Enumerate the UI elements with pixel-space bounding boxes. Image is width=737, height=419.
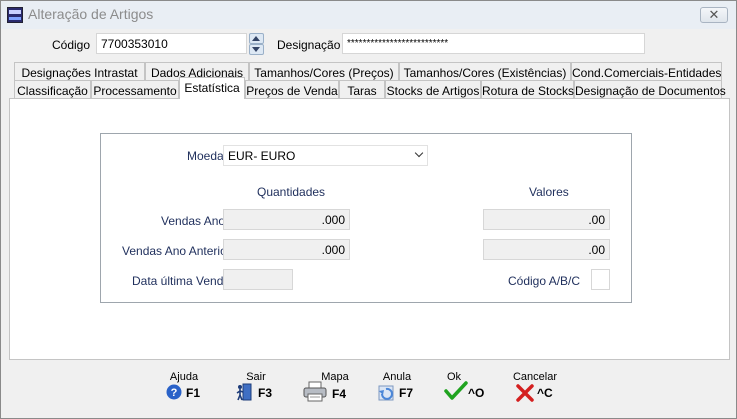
moeda-value: EUR- EURO [228, 149, 296, 163]
tab-designacoes-intrastat[interactable]: Designações Intrastat [14, 62, 145, 81]
tab-rotura-de-stocks[interactable]: Rotura de Stocks [481, 80, 574, 99]
checkmark-icon [444, 381, 468, 400]
codigo-abc-label: Código A/B/C [508, 274, 581, 288]
moeda-select[interactable]: EUR- EURO [223, 145, 428, 166]
arrow-down-icon [252, 47, 260, 52]
tab-designacao-de-documentos[interactable]: Designação de Documentos [574, 80, 726, 99]
cancelar-key: ^C [537, 386, 553, 400]
svg-text:?: ? [171, 387, 178, 399]
anula-label: Anula [382, 371, 412, 383]
cross-icon [516, 384, 534, 402]
sair-key: F3 [258, 386, 273, 400]
sair-button[interactable]: Sair F3 [234, 371, 278, 407]
data-ultima-venda-label: Data última Venda [132, 274, 231, 288]
tab-tamanhos-cores-precos[interactable]: Tamanhos/Cores (Preços) [249, 62, 399, 81]
vendas-ano-valor-field[interactable]: .00 [483, 209, 610, 230]
estatistica-panel: Moeda EUR- EURO Quantidades Valores Vend… [9, 98, 730, 360]
designacao-label: Designação [277, 38, 341, 52]
app-logo-icon [7, 7, 23, 23]
vendas-ano-quantidade-field[interactable]: .000 [223, 209, 350, 230]
ajuda-key: F1 [186, 386, 201, 400]
vendas-ano-anterior-quantidade-field[interactable]: .000 [223, 239, 350, 260]
exit-door-icon [236, 383, 252, 401]
ajuda-label: Ajuda [169, 371, 199, 383]
help-icon: ? [166, 384, 182, 400]
codigo-input[interactable]: 7700353010 [96, 33, 247, 54]
codigo-spin-down-button[interactable] [249, 44, 264, 55]
anula-key: F7 [399, 386, 414, 400]
mapa-key: F4 [332, 387, 347, 401]
data-ultima-venda-field[interactable] [223, 269, 293, 290]
tab-processamento[interactable]: Processamento [91, 80, 179, 99]
undo-icon [378, 385, 394, 401]
vendas-ano-anterior-valor-field[interactable]: .00 [483, 239, 610, 260]
designacao-input[interactable]: ************************** [342, 33, 645, 54]
statistics-groupbox: Moeda EUR- EURO Quantidades Valores Vend… [100, 133, 632, 303]
vendas-ano-label: Vendas Ano [161, 214, 226, 228]
sair-label: Sair [246, 371, 266, 383]
ok-button[interactable]: Ok ^O [444, 371, 490, 407]
mapa-button[interactable]: Mapa F4 [303, 371, 351, 407]
moeda-label: Moeda [187, 149, 224, 163]
tab-tamanhos-cores-existencias[interactable]: Tamanhos/Cores (Existências) [399, 62, 571, 81]
window-title: Alteração de Artigos [28, 6, 154, 22]
valores-header: Valores [529, 185, 569, 199]
printer-icon [303, 381, 327, 402]
ok-key: ^O [468, 386, 485, 400]
quantidades-header: Quantidades [257, 185, 326, 199]
codigo-abc-field[interactable] [591, 269, 610, 290]
tab-taras[interactable]: Taras [339, 80, 385, 99]
codigo-label: Código [52, 38, 91, 52]
arrow-up-icon [252, 36, 260, 41]
cancelar-button[interactable]: Cancelar ^C [512, 371, 558, 407]
vendas-ano-anterior-label: Vendas Ano Anterior [122, 244, 231, 258]
app-window: Alteração de Artigos ✕ Código 7700353010… [0, 0, 737, 419]
codigo-spin-up-button[interactable] [249, 33, 264, 44]
close-button[interactable]: ✕ [700, 7, 728, 23]
tab-estatistica[interactable]: Estatística [179, 77, 245, 99]
tab-classificacao[interactable]: Classificação [14, 80, 91, 99]
title-bar: Alteração de Artigos ✕ [1, 1, 736, 29]
cancelar-label: Cancelar [512, 371, 558, 383]
ajuda-button[interactable]: Ajuda ? F1 [163, 371, 205, 407]
tab-cond-comerciais-entidades[interactable]: Cond.Comerciais-Entidades [571, 62, 722, 81]
chevron-down-icon [414, 148, 424, 158]
tab-precos-de-venda[interactable]: Preços de Venda [245, 80, 339, 99]
tab-stocks-de-artigos[interactable]: Stocks de Artigos [385, 80, 481, 99]
anula-button[interactable]: Anula F7 [375, 371, 419, 407]
